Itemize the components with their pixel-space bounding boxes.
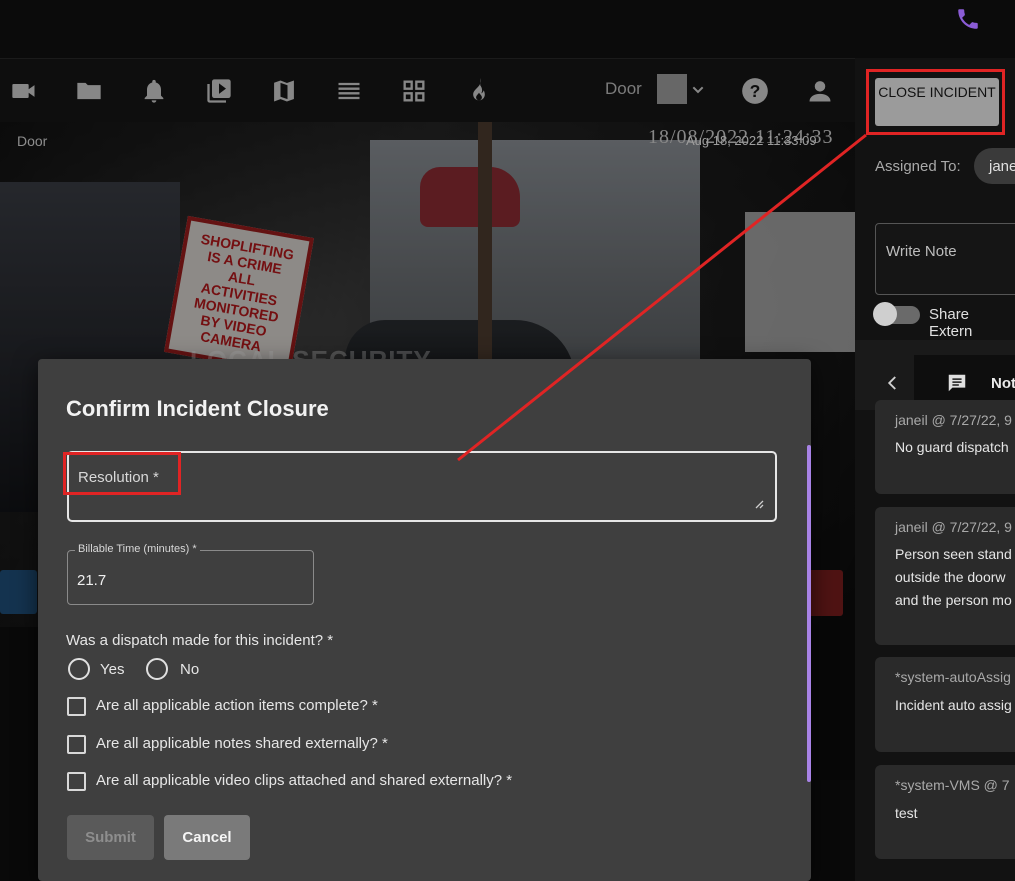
resize-grip-icon[interactable] xyxy=(752,497,764,509)
resolution-highlight xyxy=(63,452,181,495)
note-header: janeil @ 7/27/22, 9 xyxy=(895,519,1012,535)
chevron-left-icon[interactable] xyxy=(884,372,902,394)
dispatch-yes-radio[interactable] xyxy=(68,658,90,680)
assignee-name: jane xyxy=(989,158,1015,175)
dispatch-no-label: No xyxy=(180,661,200,678)
share-toggle-knob[interactable] xyxy=(873,302,897,326)
note-body-line: and the person mo xyxy=(895,592,1012,608)
confirm-closure-dialog: Confirm Incident Closure Resolution * Bi… xyxy=(38,359,811,881)
tab-notes-label: Not xyxy=(991,375,1015,392)
dialog-title: Confirm Incident Closure xyxy=(66,396,329,421)
notes-shared-label: Are all applicable notes shared external… xyxy=(96,735,388,752)
note-body-line: outside the doorw xyxy=(895,569,1006,585)
dialog-scrollbar[interactable] xyxy=(807,445,811,782)
note-body-line: No guard dispatch xyxy=(895,439,1009,455)
note-card: *system-VMS @ 7 test xyxy=(875,765,1015,859)
phone-icon[interactable] xyxy=(955,6,981,32)
dispatch-no-radio[interactable] xyxy=(146,658,168,680)
close-incident-highlight xyxy=(866,69,1005,135)
note-card: *system-autoAssig Incident auto assig xyxy=(875,657,1015,752)
note-placeholder: Write Note xyxy=(886,243,957,260)
billable-time-label: Billable Time (minutes) * xyxy=(75,543,200,555)
note-card: janeil @ 7/27/22, 9 Person seen stand ou… xyxy=(875,507,1015,645)
note-header: janeil @ 7/27/22, 9 xyxy=(895,412,1012,428)
action-items-checkbox[interactable] xyxy=(67,697,86,716)
action-items-label: Are all applicable action items complete… xyxy=(96,697,378,714)
note-body-line: Incident auto assig xyxy=(895,697,1012,713)
billable-time-value: 21.7 xyxy=(77,572,107,589)
note-header: *system-autoAssig xyxy=(895,669,1011,685)
video-clips-label: Are all applicable video clips attached … xyxy=(96,772,513,789)
dispatch-question: Was a dispatch made for this incident? * xyxy=(66,632,334,649)
notes-icon xyxy=(948,374,966,392)
assigned-to-label: Assigned To: xyxy=(875,158,961,175)
dispatch-yes-label: Yes xyxy=(100,661,125,678)
video-clips-checkbox[interactable] xyxy=(67,772,86,791)
notes-shared-checkbox[interactable] xyxy=(67,735,86,754)
submit-button[interactable]: Submit xyxy=(67,815,154,860)
note-body-line: test xyxy=(895,805,918,821)
note-card: janeil @ 7/27/22, 9 No guard dispatch xyxy=(875,400,1015,494)
note-header: *system-VMS @ 7 xyxy=(895,777,1010,793)
share-externally-label: Share Extern xyxy=(929,306,973,340)
top-bar xyxy=(0,0,1015,58)
note-body-line: Person seen stand xyxy=(895,546,1012,562)
cancel-button[interactable]: Cancel xyxy=(164,815,250,860)
